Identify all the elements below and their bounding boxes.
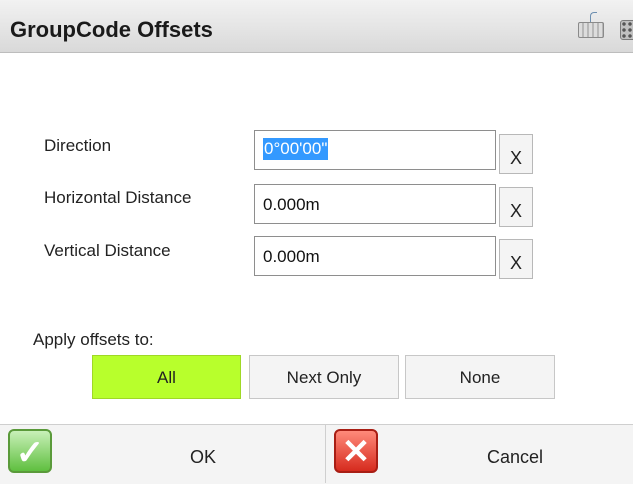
apply-next-only-button[interactable]: Next Only — [249, 355, 399, 399]
direction-clear-button[interactable]: X — [499, 134, 533, 174]
cancel-x-icon[interactable]: ✕ — [334, 429, 378, 473]
horizontal-distance-input[interactable]: 0.000m — [254, 184, 496, 224]
keyboard-icon[interactable] — [578, 22, 604, 38]
direction-label: Direction — [44, 136, 112, 155]
grid-icon[interactable] — [620, 20, 633, 40]
cancel-button[interactable]: Cancel — [487, 447, 543, 468]
direction-value: 0°00'00" — [263, 138, 329, 160]
footer-divider — [325, 424, 326, 483]
vertical-distance-input[interactable]: 0.000m — [254, 236, 496, 276]
checkmark-icon[interactable]: ✓ — [8, 429, 52, 473]
direction-input[interactable]: 0°00'00" — [254, 130, 496, 170]
apply-none-button[interactable]: None — [405, 355, 555, 399]
apply-offsets-label: Apply offsets to: — [33, 330, 154, 349]
ok-button[interactable]: OK — [190, 447, 216, 468]
horizontal-distance-value: 0.000m — [263, 195, 320, 214]
vertical-distance-value: 0.000m — [263, 247, 320, 266]
vertical-distance-label: Vertical Distance — [44, 241, 171, 260]
title-bar: GroupCode Offsets — [0, 0, 633, 53]
horizontal-distance-clear-button[interactable]: X — [499, 187, 533, 227]
apply-all-button[interactable]: All — [92, 355, 241, 399]
horizontal-distance-label: Horizontal Distance — [44, 188, 192, 207]
window-title: GroupCode Offsets — [10, 17, 213, 42]
vertical-distance-clear-button[interactable]: X — [499, 239, 533, 279]
